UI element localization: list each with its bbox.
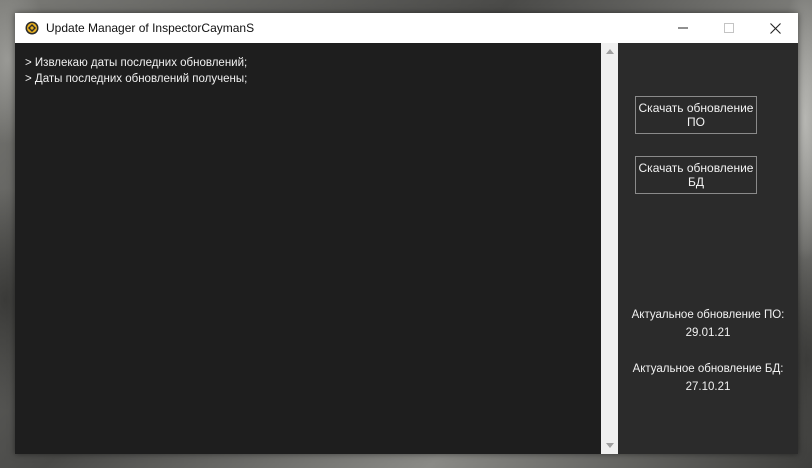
- download-database-update-button[interactable]: Скачать обновление БД: [635, 156, 757, 194]
- close-icon: [769, 22, 781, 34]
- title-bar[interactable]: Update Manager of InspectorCaymanS: [15, 13, 798, 43]
- log-line: > Извлекаю даты последних обновлений;: [25, 57, 248, 69]
- maximize-button[interactable]: [706, 13, 752, 43]
- database-update-label: Актуальное обновление БД:: [632, 363, 784, 375]
- close-button[interactable]: [752, 13, 798, 43]
- software-update-label: Актуальное обновление ПО:: [631, 309, 785, 321]
- software-update-info: Актуальное обновление ПО: 29.01.21: [618, 306, 798, 342]
- console-scrollbar[interactable]: [601, 43, 618, 454]
- minimize-icon: [678, 27, 688, 29]
- log-line: > Даты последних обновлений получены;: [25, 73, 248, 85]
- window-title: Update Manager of InspectorCaymanS: [46, 21, 255, 35]
- database-update-info: Актуальное обновление БД: 27.10.21: [618, 360, 798, 396]
- scroll-down-button[interactable]: [601, 437, 618, 454]
- software-update-date: 29.01.21: [685, 327, 731, 339]
- side-panel: Скачать обновление ПО Скачать обновление…: [618, 43, 798, 454]
- log-console[interactable]: > Извлекаю даты последних обновлений; > …: [15, 43, 601, 454]
- update-manager-window: Update Manager of InspectorCaymanS > Изв…: [15, 13, 798, 454]
- download-software-update-button[interactable]: Скачать обновление ПО: [635, 96, 757, 134]
- database-update-date: 27.10.21: [685, 381, 731, 393]
- chevron-down-icon: [605, 443, 614, 448]
- minimize-button[interactable]: [660, 13, 706, 43]
- scroll-up-button[interactable]: [601, 43, 618, 60]
- maximize-icon: [724, 23, 734, 33]
- chevron-up-icon: [605, 49, 614, 54]
- window-controls: [660, 13, 798, 43]
- app-logo-icon: [25, 21, 39, 35]
